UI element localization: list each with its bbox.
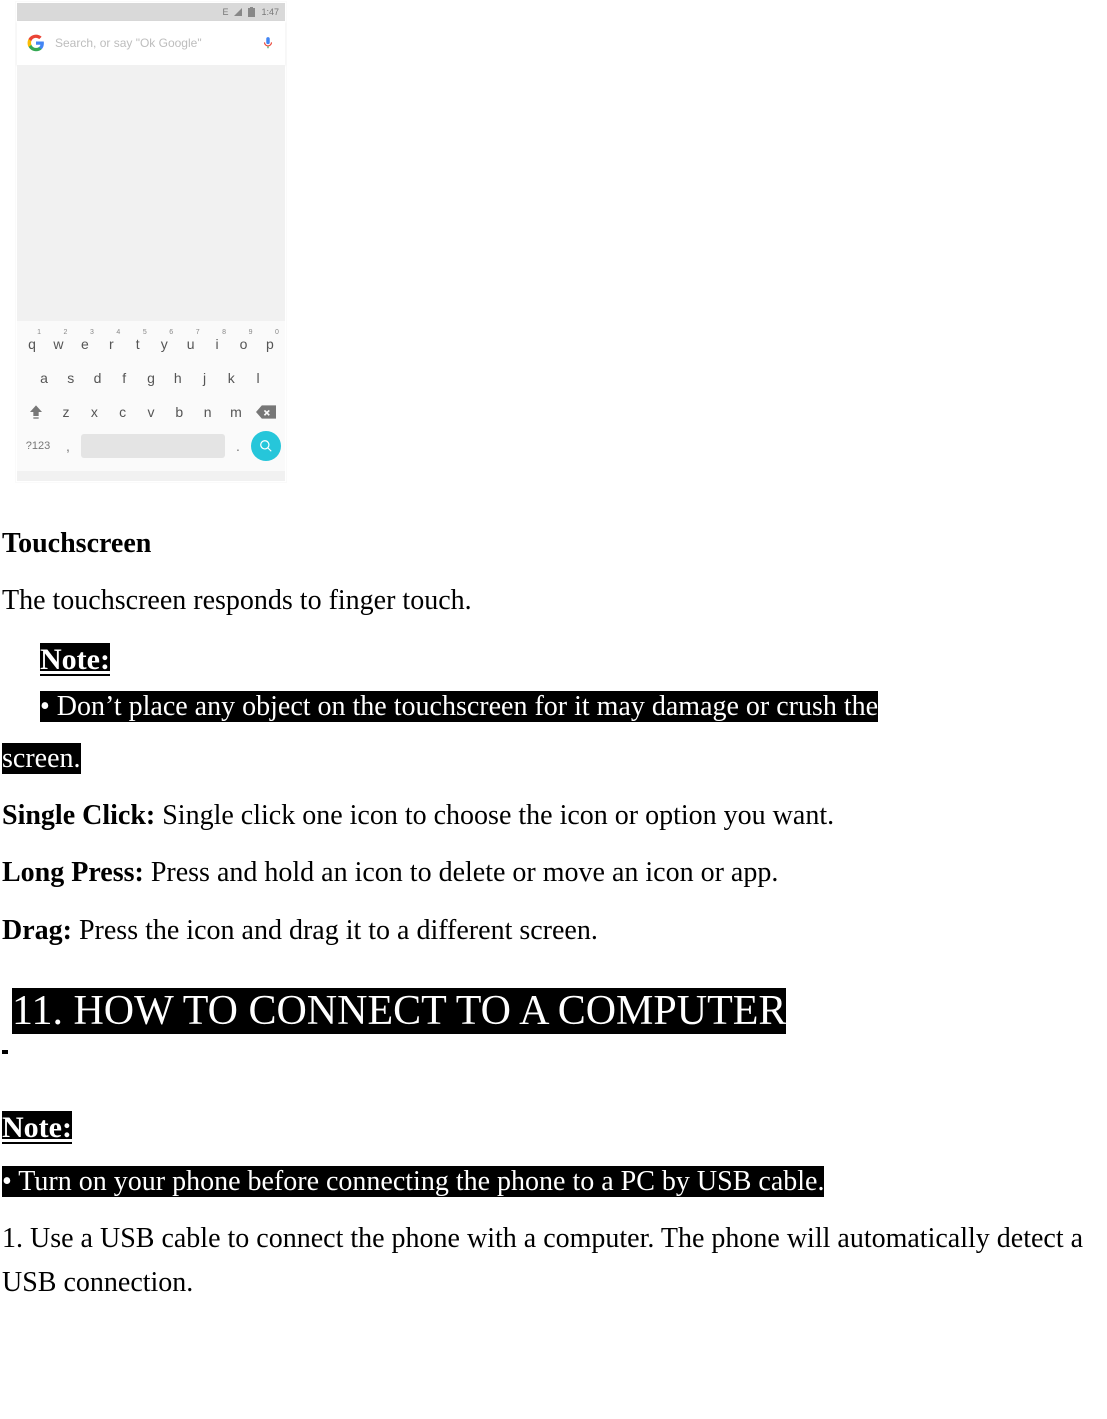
search-input[interactable]: Search, or say "Ok Google" — [55, 36, 251, 50]
key-y[interactable]: y6 — [153, 329, 175, 359]
note2-text: • Turn on your phone before connecting t… — [2, 1166, 824, 1197]
key-d[interactable]: d — [87, 363, 109, 393]
backspace-key-icon[interactable] — [251, 397, 281, 427]
long-press-text: Press and hold an icon to delete or move… — [151, 857, 779, 888]
key-p[interactable]: p0 — [259, 329, 281, 359]
key-n[interactable]: n — [197, 397, 219, 427]
key-b[interactable]: b — [168, 397, 190, 427]
status-bar: E 1:47 — [17, 3, 285, 21]
drag-line: Drag: Press the icon and drag it to a di… — [2, 909, 1105, 952]
battery-icon — [248, 7, 255, 17]
key-g[interactable]: g — [140, 363, 162, 393]
signal-indicator: E — [222, 7, 228, 17]
single-click-label: Single Click: — [2, 800, 162, 831]
app-content-area — [17, 65, 285, 321]
comma-key[interactable]: , — [59, 438, 77, 454]
key-v[interactable]: v — [140, 397, 162, 427]
period-key[interactable]: . — [229, 438, 247, 454]
key-w[interactable]: w2 — [47, 329, 69, 359]
key-u[interactable]: u7 — [180, 329, 202, 359]
status-time: 1:47 — [261, 7, 279, 17]
key-o[interactable]: o9 — [233, 329, 255, 359]
key-k[interactable]: k — [220, 363, 242, 393]
search-key-icon[interactable] — [251, 431, 281, 461]
mic-icon[interactable] — [261, 34, 275, 52]
onscreen-keyboard[interactable]: q1w2e3r4t5y6u7i8o9p0 asdfghjkl zxcvbnm ?… — [17, 321, 285, 471]
numeric-toggle-key[interactable]: ?123 — [21, 440, 55, 452]
note-label-1: Note: — [40, 643, 110, 676]
key-i[interactable]: i8 — [206, 329, 228, 359]
note1-line-a: • Don’t place any object on the touchscr… — [40, 691, 878, 722]
key-j[interactable]: j — [194, 363, 216, 393]
signal-icon — [234, 8, 242, 16]
single-click-line: Single Click: Single click one icon to c… — [2, 794, 1105, 837]
keyboard-row-2: asdfghjkl — [21, 363, 281, 393]
search-bar[interactable]: Search, or say "Ok Google" — [17, 21, 285, 65]
section-heading-11: 11. HOW TO CONNECT TO A COMPUTER — [12, 988, 786, 1034]
key-q[interactable]: q1 — [21, 329, 43, 359]
key-f[interactable]: f — [113, 363, 135, 393]
keyboard-row-3: zxcvbnm — [21, 397, 281, 427]
step-1: 1. Use a USB cable to connect the phone … — [2, 1217, 1105, 1304]
key-r[interactable]: r4 — [100, 329, 122, 359]
key-h[interactable]: h — [167, 363, 189, 393]
touchscreen-intro: The touchscreen responds to finger touch… — [2, 579, 1105, 622]
phone-screenshot: E 1:47 Search, or say "Ok Google" — [16, 2, 286, 482]
key-z[interactable]: z — [55, 397, 77, 427]
key-a[interactable]: a — [33, 363, 55, 393]
key-x[interactable]: x — [83, 397, 105, 427]
key-s[interactable]: s — [60, 363, 82, 393]
drag-text: Press the icon and drag it to a differen… — [79, 915, 598, 946]
key-c[interactable]: c — [112, 397, 134, 427]
keyboard-row-4: ?123 , . — [21, 431, 281, 461]
single-click-text: Single click one icon to choose the icon… — [162, 800, 834, 831]
long-press-label: Long Press: — [2, 857, 151, 888]
key-l[interactable]: l — [247, 363, 269, 393]
key-m[interactable]: m — [225, 397, 247, 427]
long-press-line: Long Press: Press and hold an icon to de… — [2, 851, 1105, 894]
note1-line-b: screen. — [2, 743, 81, 774]
heading-touchscreen: Touchscreen — [2, 522, 1105, 565]
google-logo-icon — [27, 34, 45, 52]
key-t[interactable]: t5 — [127, 329, 149, 359]
keyboard-row-1: q1w2e3r4t5y6u7i8o9p0 — [21, 329, 281, 359]
note-label-2: Note: — [2, 1111, 72, 1144]
drag-label: Drag: — [2, 915, 79, 946]
shift-key-icon[interactable] — [21, 397, 51, 427]
space-key[interactable] — [81, 434, 225, 458]
key-e[interactable]: e3 — [74, 329, 96, 359]
document-body: Touchscreen The touchscreen responds to … — [2, 522, 1105, 1304]
decorative-mark — [2, 1050, 8, 1054]
